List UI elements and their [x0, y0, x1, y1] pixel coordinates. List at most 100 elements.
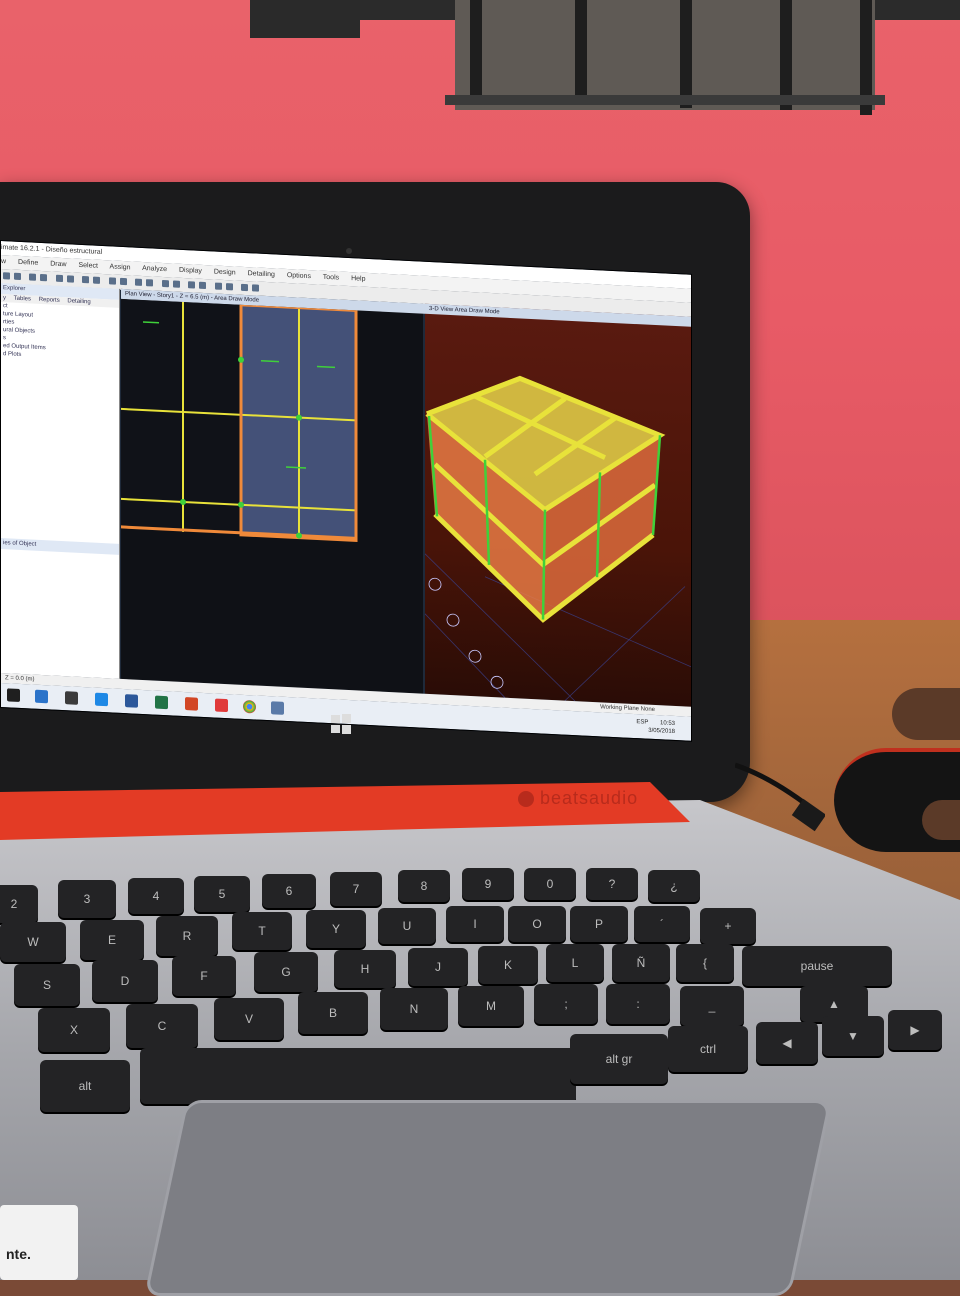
settings-icon[interactable]: [252, 284, 260, 292]
key[interactable]: V: [214, 998, 284, 1040]
up-icon[interactable]: [146, 279, 154, 287]
excel-icon[interactable]: [155, 695, 168, 710]
key[interactable]: 0: [524, 868, 576, 900]
key[interactable]: H: [334, 950, 396, 988]
key[interactable]: ctrl: [668, 1026, 748, 1072]
key[interactable]: 5: [194, 876, 250, 912]
explorer-tab[interactable]: y: [3, 295, 6, 301]
lock-icon[interactable]: [29, 273, 37, 281]
plan-drawing[interactable]: [121, 298, 423, 694]
word-icon[interactable]: [125, 694, 138, 708]
explorer-tab[interactable]: Detailing: [67, 298, 90, 305]
key[interactable]: D: [92, 960, 158, 1002]
key[interactable]: 7: [330, 872, 382, 906]
key[interactable]: _: [680, 986, 744, 1026]
plan-view-icon[interactable]: [119, 277, 127, 286]
key[interactable]: R: [156, 916, 218, 956]
key[interactable]: T: [232, 912, 292, 950]
zoom-fit-icon[interactable]: [82, 276, 90, 284]
key[interactable]: U: [378, 908, 436, 944]
arrow-left-key[interactable]: ◀: [756, 1022, 818, 1064]
menu-item[interactable]: Tools: [323, 274, 339, 282]
clock-time[interactable]: 10:53: [660, 720, 675, 727]
3d-view-icon[interactable]: [108, 277, 116, 285]
arrow-down-key[interactable]: ▼: [822, 1016, 884, 1056]
file-explorer-icon[interactable]: [35, 689, 48, 704]
key[interactable]: ´: [634, 906, 690, 942]
key[interactable]: Ñ: [612, 944, 670, 982]
etabs-icon[interactable]: [271, 701, 284, 715]
key[interactable]: O: [508, 906, 566, 942]
select-icon[interactable]: [172, 280, 180, 288]
plan-view-panel[interactable]: Plan View - Story1 - Z = 6.5 (m) - Area …: [121, 288, 427, 694]
key[interactable]: ?: [586, 868, 638, 900]
pointer-icon[interactable]: [188, 281, 196, 289]
key[interactable]: alt gr: [570, 1034, 668, 1084]
key[interactable]: 3: [58, 880, 116, 918]
explorer-tab[interactable]: Tables: [14, 296, 31, 303]
key[interactable]: +: [700, 908, 756, 944]
key[interactable]: alt: [40, 1060, 130, 1112]
key[interactable]: 6: [262, 874, 316, 908]
display-icon[interactable]: [241, 283, 249, 292]
undo-icon[interactable]: [3, 272, 10, 280]
key[interactable]: pause: [742, 946, 892, 986]
mail-icon[interactable]: [65, 691, 78, 705]
key[interactable]: 8: [398, 870, 450, 902]
draw-area-icon[interactable]: [214, 282, 222, 290]
draw-frame-icon[interactable]: [199, 281, 207, 290]
space-bar[interactable]: [140, 1048, 576, 1104]
menu-item[interactable]: Assign: [110, 263, 131, 271]
key[interactable]: X: [38, 1008, 110, 1052]
clock-date[interactable]: 3/05/2018: [648, 728, 675, 735]
key[interactable]: 9: [462, 868, 514, 900]
key[interactable]: ;: [534, 984, 598, 1024]
key[interactable]: N: [380, 988, 448, 1030]
key[interactable]: C: [126, 1004, 198, 1048]
key[interactable]: G: [254, 952, 318, 992]
down-icon[interactable]: [161, 279, 169, 288]
key[interactable]: M: [458, 986, 524, 1026]
redo-icon[interactable]: [14, 272, 21, 281]
menu-item[interactable]: Define: [18, 259, 38, 267]
zoom-in-icon[interactable]: [55, 274, 63, 283]
menu-item[interactable]: w: [1, 258, 6, 265]
windows-logo-icon[interactable]: [330, 713, 352, 735]
menu-item[interactable]: Options: [287, 272, 311, 280]
key[interactable]: P: [570, 906, 628, 942]
key[interactable]: K: [478, 946, 538, 984]
3d-view-panel[interactable]: 3-D View Area Draw Mode: [425, 303, 692, 707]
menu-item[interactable]: Help: [351, 275, 365, 283]
menu-item[interactable]: Detailing: [248, 270, 275, 278]
key[interactable]: W: [0, 922, 66, 962]
touchpad[interactable]: [144, 1100, 832, 1296]
key[interactable]: Y: [306, 910, 366, 948]
language-indicator[interactable]: ESP: [636, 719, 648, 726]
menu-item[interactable]: Select: [79, 262, 98, 270]
run-icon[interactable]: [40, 273, 48, 282]
menu-item[interactable]: Design: [214, 268, 236, 276]
key[interactable]: 2: [0, 885, 38, 923]
key[interactable]: J: [408, 948, 468, 986]
key[interactable]: S: [14, 964, 80, 1006]
key[interactable]: {: [676, 944, 734, 982]
key[interactable]: :: [606, 984, 670, 1024]
explorer-tab[interactable]: Reports: [39, 297, 60, 304]
zoom-out-icon[interactable]: [66, 275, 74, 283]
chrome-icon[interactable]: [243, 699, 256, 714]
key[interactable]: E: [80, 920, 144, 960]
acrobat-icon[interactable]: [215, 698, 228, 713]
elevation-icon[interactable]: [135, 278, 143, 286]
draw-wall-icon[interactable]: [225, 283, 233, 291]
pan-icon[interactable]: [93, 276, 101, 284]
key[interactable]: ¿: [648, 870, 700, 902]
powerpoint-icon[interactable]: [185, 697, 198, 711]
key[interactable]: L: [546, 944, 604, 982]
arrow-right-key[interactable]: ▶: [888, 1010, 942, 1050]
key[interactable]: I: [446, 906, 504, 942]
menu-item[interactable]: Display: [179, 267, 202, 275]
key[interactable]: B: [298, 992, 368, 1034]
key[interactable]: F: [172, 956, 236, 996]
menu-item[interactable]: Analyze: [142, 265, 167, 273]
task-view-icon[interactable]: [7, 688, 20, 702]
